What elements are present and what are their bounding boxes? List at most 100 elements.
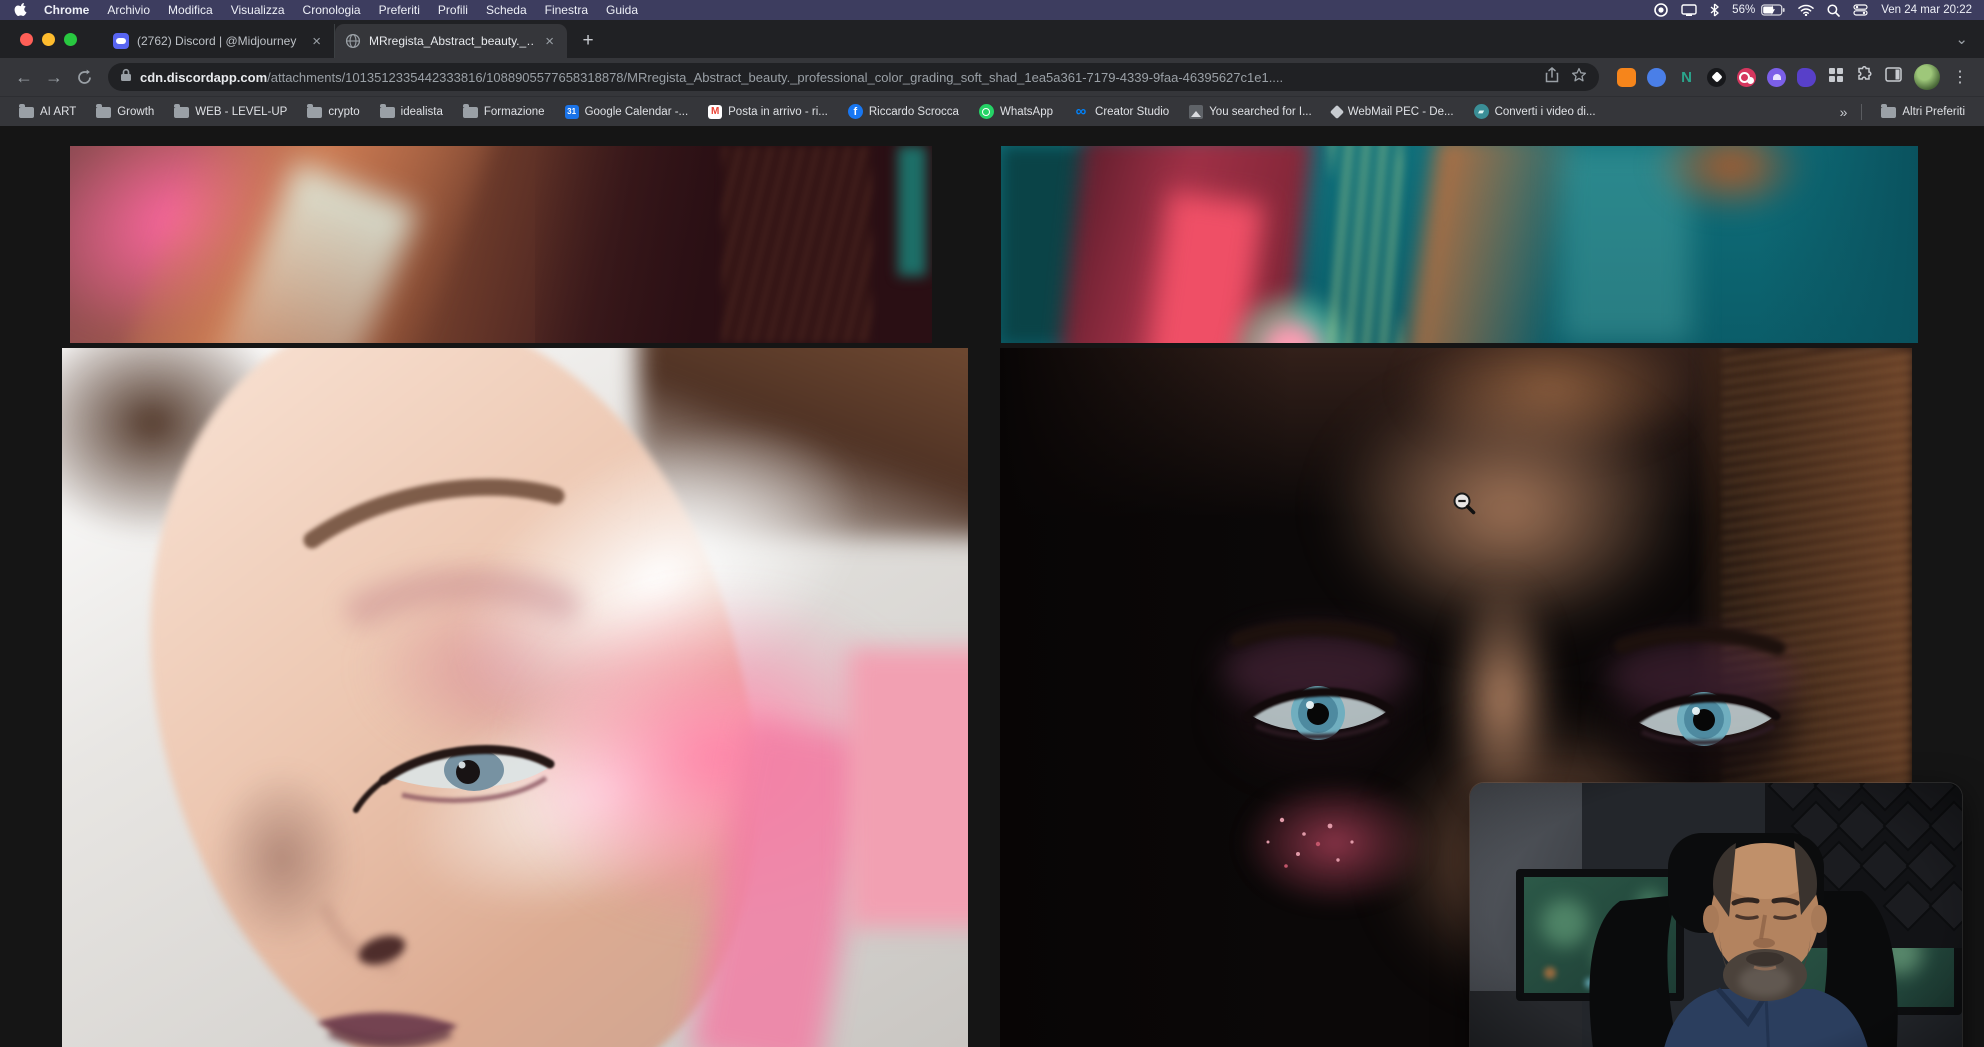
blue-extension-icon[interactable] (1647, 68, 1666, 87)
zoom-out-cursor-icon (1452, 491, 1478, 517)
discord-favicon (113, 33, 129, 49)
bookmarks-divider (1861, 104, 1862, 120)
menu-modifica[interactable]: Modifica (159, 0, 222, 20)
menubar-clock[interactable]: Ven 24 mar 20:22 (1881, 4, 1972, 16)
record-icon[interactable] (1654, 3, 1668, 17)
tab-search-chevron-icon[interactable]: ⌄ (1955, 30, 1968, 48)
bookmarks-overflow-chevron[interactable]: » (1836, 104, 1852, 120)
bookmark-whatsapp[interactable]: WhatsApp (970, 101, 1062, 122)
indigo-extension-icon[interactable] (1797, 68, 1816, 87)
bookmark-folder-idealista[interactable]: idealista (371, 102, 452, 121)
share-icon[interactable] (1545, 67, 1559, 88)
menu-finestra[interactable]: Finestra (536, 0, 597, 20)
bookmark-folder-ai-art[interactable]: AI ART (10, 102, 85, 121)
folder-icon (307, 107, 322, 118)
menu-preferiti[interactable]: Preferiti (370, 0, 429, 20)
page-content (0, 126, 1984, 1047)
tab-close-icon[interactable]: × (542, 33, 557, 50)
tab-discord[interactable]: (2762) Discord | @Midjourney × (103, 24, 335, 58)
bookmark-google-calendar[interactable]: Google Calendar -... (556, 102, 698, 122)
globe-favicon (345, 33, 361, 49)
tab-title: (2762) Discord | @Midjourney (137, 34, 301, 48)
bookmark-star-icon[interactable] (1571, 67, 1587, 88)
metamask-extension-icon[interactable] (1617, 68, 1636, 87)
tab-close-icon[interactable]: × (309, 33, 324, 50)
folder-icon (19, 107, 34, 118)
tab-image-active[interactable]: MRregista_Abstract_beauty._… × (335, 24, 567, 58)
spotlight-search-icon[interactable] (1827, 4, 1840, 17)
back-button[interactable]: ← (10, 63, 38, 91)
tab-grid-icon[interactable] (1828, 67, 1844, 88)
toolbar-controls: ⋮ (1826, 64, 1974, 90)
close-window-button[interactable] (20, 33, 33, 46)
video-convert-icon (1474, 104, 1489, 119)
menu-extras-icon[interactable] (1853, 4, 1868, 16)
address-bar[interactable]: cdn.discordapp.com /attachments/10135123… (108, 63, 1599, 91)
screen: Chrome Archivio Modifica Visualizza Cron… (0, 0, 1984, 1047)
minimize-window-button[interactable] (42, 33, 55, 46)
folder-icon (380, 107, 395, 118)
menu-archivio[interactable]: Archivio (98, 0, 159, 20)
other-bookmarks-folder[interactable]: Altri Preferiti (1872, 102, 1974, 121)
menu-cronologia[interactable]: Cronologia (294, 0, 370, 20)
bluetooth-icon[interactable] (1710, 3, 1719, 17)
apple-logo-icon[interactable] (14, 3, 27, 18)
forward-button[interactable]: → (40, 63, 68, 91)
menu-chrome[interactable]: Chrome (35, 0, 98, 20)
bookmark-folder-crypto[interactable]: crypto (298, 102, 368, 121)
bookmark-facebook-profile[interactable]: Riccardo Scrocca (839, 101, 968, 122)
battery-charging-icon[interactable] (1761, 4, 1785, 16)
purple-extension-icon[interactable] (1767, 68, 1786, 87)
menu-visualizza[interactable]: Visualizza (222, 0, 294, 20)
tab-strip: (2762) Discord | @Midjourney × MRregista… (0, 20, 1984, 58)
red-key-extension-icon[interactable] (1737, 68, 1756, 87)
bookmark-image-search[interactable]: You searched for I... (1180, 102, 1321, 122)
teal-n-extension-icon[interactable]: N (1677, 68, 1696, 87)
folder-icon (174, 107, 189, 118)
new-tab-button[interactable]: + (575, 28, 601, 54)
profile-avatar[interactable] (1914, 64, 1940, 90)
bookmark-folder-growth[interactable]: Growth (87, 102, 163, 121)
bookmark-gmail-inbox[interactable]: Posta in arrivo - ri... (699, 102, 837, 122)
bookmark-converti-video[interactable]: Converti i video di... (1465, 101, 1605, 122)
image-grid-bottom-left-portrait[interactable] (62, 348, 968, 1047)
battery-percent: 56% (1732, 4, 1755, 16)
zoom-window-button[interactable] (64, 33, 77, 46)
tab-title: MRregista_Abstract_beauty._… (369, 34, 534, 48)
google-calendar-icon (565, 105, 579, 119)
image-search-icon (1189, 105, 1203, 119)
whatsapp-icon (979, 104, 994, 119)
bookmarks-bar: AI ART Growth WEB - LEVEL-UP crypto idea… (0, 96, 1984, 126)
side-panel-icon[interactable] (1885, 67, 1902, 87)
bookmark-webmail-pec[interactable]: WebMail PEC - De... (1323, 103, 1463, 121)
macos-menubar: Chrome Archivio Modifica Visualizza Cron… (0, 0, 1984, 20)
window-controls (20, 33, 77, 46)
bookmark-folder-formazione[interactable]: Formazione (454, 102, 554, 121)
portrait-face-details (62, 348, 968, 1047)
folder-icon (96, 107, 111, 118)
browser-toolbar: ← → cdn.discordapp.com /attachments/1013… (0, 58, 1984, 96)
kebab-menu-icon[interactable]: ⋮ (1952, 67, 1968, 87)
wifi-icon[interactable] (1798, 4, 1814, 16)
folder-icon (463, 107, 478, 118)
meta-infinity-icon (1073, 104, 1089, 120)
screen-mirroring-icon[interactable] (1681, 4, 1697, 16)
menu-scheda[interactable]: Scheda (477, 0, 536, 20)
image-grid-top-left[interactable] (70, 146, 932, 343)
menu-guida[interactable]: Guida (597, 0, 647, 20)
reload-button[interactable] (70, 63, 98, 91)
bookmark-folder-web-level-up[interactable]: WEB - LEVEL-UP (165, 102, 296, 121)
url-host: cdn.discordapp.com (140, 70, 267, 85)
facebook-icon (848, 104, 863, 119)
webcam-overlay[interactable] (1470, 783, 1962, 1047)
webmail-diamond-icon (1330, 104, 1344, 118)
dark-circle-extension-icon[interactable] (1707, 68, 1726, 87)
gmail-icon (708, 105, 722, 119)
menubar-status: 56% Ven 24 mar 20:22 (1654, 3, 1972, 17)
url-path: /attachments/1013512335442333816/1088905… (267, 70, 1537, 85)
extensions-puzzle-icon[interactable] (1856, 66, 1873, 88)
image-grid-top-right[interactable] (1001, 146, 1918, 343)
lock-icon (120, 68, 132, 87)
menu-profili[interactable]: Profili (429, 0, 477, 20)
bookmark-creator-studio[interactable]: Creator Studio (1064, 101, 1178, 123)
